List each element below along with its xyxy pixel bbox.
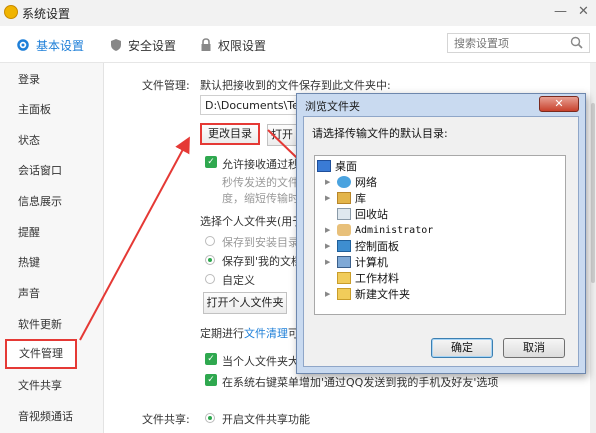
sidebar-item-file-management[interactable]: 文件管理 (5, 339, 77, 369)
cleanup-link[interactable]: 文件清理 (244, 327, 288, 340)
open-personal-folder-button[interactable]: 打开个人文件夹 (203, 292, 287, 314)
tree-node-library[interactable]: ▶ 库 (325, 190, 366, 206)
tree-node-label: 控制面板 (355, 240, 399, 253)
radio-my-documents[interactable] (205, 255, 215, 265)
expand-arrow-icon[interactable]: ▶ (325, 226, 333, 234)
tree-node-label: 桌面 (335, 160, 357, 173)
sidebar: 登录 主面板 状态 会话窗口 信息展示 提醒 热键 声音 软件更新 文件管理 文… (0, 63, 104, 433)
expand-arrow-icon[interactable]: ▶ (325, 178, 333, 186)
tree-node-work-materials[interactable]: 工作材料 (337, 270, 399, 286)
tree-node-label: 网络 (355, 176, 377, 189)
search-icon[interactable] (570, 36, 583, 49)
dialog-title: 浏览文件夹 (305, 100, 360, 113)
ok-button[interactable]: 确定 (431, 338, 493, 358)
tree-node-desktop[interactable]: 桌面 (317, 158, 357, 174)
sidebar-item-av-call[interactable]: 音视频通话 (0, 402, 103, 432)
radio-custom-label: 自定义 (222, 274, 255, 287)
size-limit-checkbox[interactable]: ✓ (205, 353, 217, 365)
title-bar: 系统设置 — ✕ (0, 0, 596, 26)
file-mgmt-label: 文件管理: (142, 79, 190, 92)
sidebar-item-update[interactable]: 软件更新 (0, 310, 103, 340)
dialog-body: 请选择传输文件的默认目录: 桌面 ▶ 网络 ▶ 库 回收站 ▶ Administ… (303, 116, 579, 367)
enable-share-radio[interactable] (205, 413, 215, 423)
tree-node-computer[interactable]: ▶ 计算机 (325, 254, 388, 270)
sidebar-item-login[interactable]: 登录 (0, 65, 103, 95)
library-icon (337, 192, 351, 204)
tab-label: 基本设置 (36, 38, 85, 53)
radio-install-dir[interactable] (205, 236, 215, 246)
folder-icon (337, 272, 351, 284)
dialog-close-button[interactable]: ✕ (539, 96, 579, 112)
browse-folder-dialog: 浏览文件夹 ✕ 请选择传输文件的默认目录: 桌面 ▶ 网络 ▶ 库 回收站 ▶ … (296, 93, 586, 374)
tree-node-label: 计算机 (355, 256, 388, 269)
minimize-button[interactable]: — (554, 4, 567, 19)
size-limit-label: 当个人文件夹大 (222, 355, 299, 368)
tree-node-administrator[interactable]: ▶ Administrator (325, 222, 433, 238)
sidebar-item-main-panel[interactable]: 主面板 (0, 95, 103, 125)
hint-line-2: 度，缩短传输时 (222, 192, 299, 205)
desktop-icon (317, 160, 331, 172)
allow-auto-label: 允许接收通过秒 (222, 158, 299, 171)
tab-label: 安全设置 (128, 38, 177, 53)
tree-node-recycle-bin[interactable]: 回收站 (337, 206, 388, 222)
sidebar-item-info-display[interactable]: 信息展示 (0, 187, 103, 217)
search-box[interactable] (447, 33, 590, 53)
radio-my-documents-label: 保存到'我的文档 (222, 255, 303, 268)
dialog-prompt: 请选择传输文件的默认目录: (312, 127, 448, 140)
cleanup-prefix: 定期进行 (200, 327, 244, 340)
sidebar-item-reminder[interactable]: 提醒 (0, 218, 103, 248)
context-menu-label: 在系统右键菜单增加'通过QQ发送到我的手机及好友'选项 (222, 376, 499, 389)
save-location-desc: 默认把接收到的文件保存到此文件夹中: (200, 79, 391, 92)
tree-node-label: 工作材料 (355, 272, 399, 285)
network-icon (337, 176, 351, 188)
tree-node-new-folder[interactable]: ▶ 新建文件夹 (325, 286, 410, 302)
sidebar-item-status[interactable]: 状态 (0, 126, 103, 156)
user-folder-icon (337, 224, 351, 236)
sidebar-item-sound[interactable]: 声音 (0, 279, 103, 309)
sidebar-item-hotkey[interactable]: 热键 (0, 248, 103, 278)
tree-node-label: 新建文件夹 (355, 288, 410, 301)
lock-icon (201, 38, 211, 51)
computer-icon (337, 256, 351, 268)
folder-icon (337, 288, 351, 300)
sidebar-item-file-share[interactable]: 文件共享 (0, 371, 103, 401)
change-directory-button[interactable]: 更改目录 (200, 123, 260, 145)
allow-auto-checkbox[interactable]: ✓ (205, 156, 217, 168)
personal-folder-title: 选择个人文件夹(用于 (200, 215, 304, 228)
shield-icon (111, 39, 121, 51)
scrollbar[interactable] (590, 63, 596, 433)
expand-arrow-icon[interactable]: ▶ (325, 194, 333, 202)
cancel-button[interactable]: 取消 (503, 338, 565, 358)
expand-arrow-icon[interactable]: ▶ (325, 242, 333, 250)
tree-node-label: 库 (355, 192, 366, 205)
recycle-bin-icon (337, 208, 351, 220)
close-button[interactable]: ✕ (578, 4, 589, 19)
qq-logo-icon (4, 5, 18, 19)
tree-node-network[interactable]: ▶ 网络 (325, 174, 377, 190)
gear-icon (17, 39, 29, 51)
radio-install-dir-label: 保存到安装目录 (222, 236, 299, 249)
radio-custom[interactable] (205, 274, 215, 284)
enable-share-label: 开启文件共享功能 (222, 413, 310, 426)
tree-node-label: 回收站 (355, 208, 388, 221)
context-menu-checkbox[interactable]: ✓ (205, 374, 217, 386)
tree-node-control-panel[interactable]: ▶ 控制面板 (325, 238, 399, 254)
tab-security-settings[interactable]: 安全设置 (110, 35, 176, 55)
sidebar-item-chat-window[interactable]: 会话窗口 (0, 156, 103, 186)
cleanup-text: 定期进行文件清理可 (200, 325, 299, 341)
expand-arrow-icon[interactable]: ▶ (325, 290, 333, 298)
tab-basic-settings[interactable]: 基本设置 (16, 35, 84, 55)
window-title: 系统设置 (22, 7, 71, 21)
tab-label: 权限设置 (218, 38, 267, 53)
control-panel-icon (337, 240, 351, 252)
scrollbar-thumb[interactable] (591, 103, 595, 283)
open-folder-button[interactable]: 打开 (267, 124, 297, 146)
folder-tree[interactable]: 桌面 ▶ 网络 ▶ 库 回收站 ▶ Administrator ▶ 控制面板 ▶… (314, 155, 566, 315)
expand-arrow-icon[interactable]: ▶ (325, 258, 333, 266)
search-input[interactable] (454, 34, 564, 52)
hint-line-1: 秒传发送的文件 (222, 176, 299, 189)
file-share-label: 文件共享: (142, 413, 190, 426)
tab-permission-settings[interactable]: 权限设置 (200, 35, 266, 55)
tree-node-label: Administrator (355, 224, 434, 236)
